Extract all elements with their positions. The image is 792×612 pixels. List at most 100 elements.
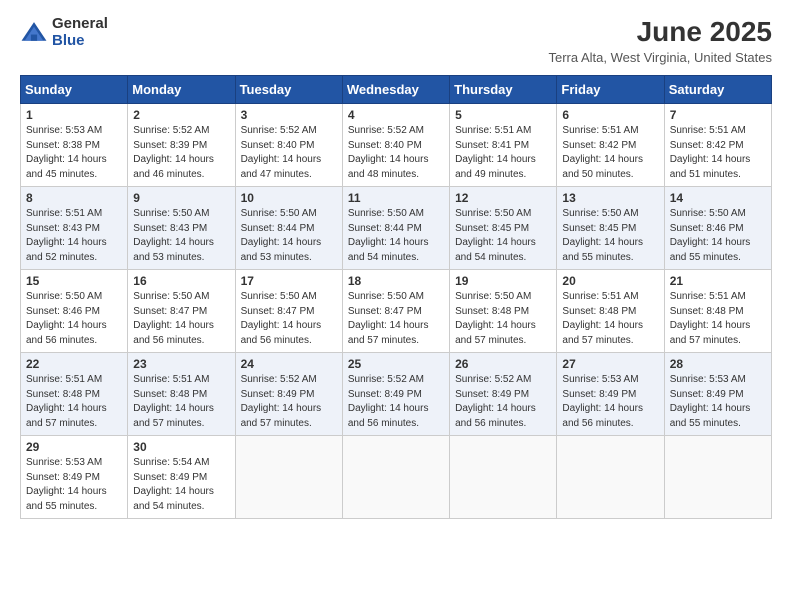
day-info: Sunrise: 5:50 AMSunset: 8:45 PMDaylight:…: [562, 207, 658, 265]
calendar-cell: 5Sunrise: 5:51 AMSunset: 8:41 PMDaylight…: [450, 104, 557, 187]
logo-general: General: [52, 16, 108, 33]
calendar-cell: 10 Sunrise: 5:50 AMSunset: 8:44 PMDayligh…: [235, 187, 342, 270]
day-info: Sunrise: 5:50 AMSunset: 8:47 PMDaylight:…: [133, 290, 229, 348]
day-number: 12: [455, 191, 551, 205]
day-info: Sunrise: 5:52 AMSunset: 8:49 PMDaylight:…: [455, 373, 551, 431]
calendar-cell: 18 Sunrise: 5:50 AMSunset: 8:47 PMDayligh…: [342, 270, 449, 353]
day-info: Sunrise: 5:50 AMSunset: 8:48 PMDaylight:…: [455, 290, 551, 348]
day-info: Sunrise: 5:50 AMSunset: 8:43 PMDaylight:…: [133, 207, 229, 265]
day-info: Sunrise: 5:51 AMSunset: 8:48 PMDaylight:…: [26, 373, 122, 431]
calendar-cell: 15 Sunrise: 5:50 AMSunset: 8:46 PMDayligh…: [21, 270, 128, 353]
logo: General Blue: [20, 16, 108, 49]
day-number: 6: [562, 108, 658, 122]
calendar-cell: 28Sunrise: 5:53 AMSunset: 8:49 PMDayligh…: [664, 353, 771, 436]
day-number: 19: [455, 274, 551, 288]
day-number: 5: [455, 108, 551, 122]
page: General Blue June 2025 Terra Alta, West …: [0, 0, 792, 612]
day-number: 3: [241, 108, 337, 122]
day-info: Sunrise: 5:51 AMSunset: 8:42 PMDaylight:…: [670, 124, 766, 182]
calendar-cell: 25Sunrise: 5:52 AMSunset: 8:49 PMDayligh…: [342, 353, 449, 436]
calendar-cell: 7 Sunrise: 5:51 AMSunset: 8:42 PMDaylight…: [664, 104, 771, 187]
day-number: 7: [670, 108, 766, 122]
calendar-week-row: 15 Sunrise: 5:50 AMSunset: 8:46 PMDayligh…: [21, 270, 772, 353]
calendar-cell: 17 Sunrise: 5:50 AMSunset: 8:47 PMDayligh…: [235, 270, 342, 353]
day-number: 26: [455, 357, 551, 371]
day-number: 10: [241, 191, 337, 205]
day-info: Sunrise: 5:51 AMSunset: 8:48 PMDaylight:…: [670, 290, 766, 348]
day-number: 11: [348, 191, 444, 205]
column-header-sunday: Sunday: [21, 76, 128, 104]
calendar-cell: 2Sunrise: 5:52 AMSunset: 8:39 PMDaylight…: [128, 104, 235, 187]
day-number: 16: [133, 274, 229, 288]
day-info: Sunrise: 5:53 AMSunset: 8:49 PMDaylight:…: [26, 456, 122, 514]
calendar-cell: 16 Sunrise: 5:50 AMSunset: 8:47 PMDayligh…: [128, 270, 235, 353]
calendar-cell: 13 Sunrise: 5:50 AMSunset: 8:45 PMDayligh…: [557, 187, 664, 270]
logo-blue: Blue: [52, 33, 108, 50]
day-number: 30: [133, 440, 229, 454]
day-number: 25: [348, 357, 444, 371]
day-info: Sunrise: 5:52 AMSunset: 8:49 PMDaylight:…: [241, 373, 337, 431]
day-number: 29: [26, 440, 122, 454]
day-info: Sunrise: 5:52 AMSunset: 8:39 PMDaylight:…: [133, 124, 229, 182]
calendar-week-row: 8Sunrise: 5:51 AMSunset: 8:43 PMDaylight…: [21, 187, 772, 270]
calendar-cell: [557, 436, 664, 519]
column-header-saturday: Saturday: [664, 76, 771, 104]
day-number: 22: [26, 357, 122, 371]
calendar-cell: [235, 436, 342, 519]
calendar-cell: 21 Sunrise: 5:51 AMSunset: 8:48 PMDayligh…: [664, 270, 771, 353]
day-number: 1: [26, 108, 122, 122]
calendar-cell: 6 Sunrise: 5:51 AMSunset: 8:42 PMDaylight…: [557, 104, 664, 187]
day-info: Sunrise: 5:51 AMSunset: 8:48 PMDaylight:…: [562, 290, 658, 348]
calendar-cell: [450, 436, 557, 519]
day-number: 13: [562, 191, 658, 205]
day-info: Sunrise: 5:53 AMSunset: 8:49 PMDaylight:…: [562, 373, 658, 431]
day-number: 18: [348, 274, 444, 288]
column-header-thursday: Thursday: [450, 76, 557, 104]
calendar-cell: 22 Sunrise: 5:51 AMSunset: 8:48 PMDayligh…: [21, 353, 128, 436]
calendar-cell: 30 Sunrise: 5:54 AMSunset: 8:49 PMDayligh…: [128, 436, 235, 519]
day-info: Sunrise: 5:50 AMSunset: 8:46 PMDaylight:…: [670, 207, 766, 265]
subtitle: Terra Alta, West Virginia, United States: [548, 50, 772, 65]
day-number: 14: [670, 191, 766, 205]
column-header-wednesday: Wednesday: [342, 76, 449, 104]
day-info: Sunrise: 5:51 AMSunset: 8:42 PMDaylight:…: [562, 124, 658, 182]
day-info: Sunrise: 5:54 AMSunset: 8:49 PMDaylight:…: [133, 456, 229, 514]
calendar-cell: 8Sunrise: 5:51 AMSunset: 8:43 PMDaylight…: [21, 187, 128, 270]
day-number: 4: [348, 108, 444, 122]
logo-icon: [20, 19, 48, 47]
day-info: Sunrise: 5:51 AMSunset: 8:48 PMDaylight:…: [133, 373, 229, 431]
day-number: 15: [26, 274, 122, 288]
calendar-cell: 27 Sunrise: 5:53 AMSunset: 8:49 PMDayligh…: [557, 353, 664, 436]
calendar-cell: [664, 436, 771, 519]
column-header-tuesday: Tuesday: [235, 76, 342, 104]
main-title: June 2025: [548, 16, 772, 48]
day-info: Sunrise: 5:50 AMSunset: 8:47 PMDaylight:…: [348, 290, 444, 348]
column-header-monday: Monday: [128, 76, 235, 104]
calendar-cell: 9Sunrise: 5:50 AMSunset: 8:43 PMDaylight…: [128, 187, 235, 270]
calendar-week-row: 22 Sunrise: 5:51 AMSunset: 8:48 PMDayligh…: [21, 353, 772, 436]
calendar-cell: 29 Sunrise: 5:53 AMSunset: 8:49 PMDayligh…: [21, 436, 128, 519]
day-number: 21: [670, 274, 766, 288]
calendar-cell: 11 Sunrise: 5:50 AMSunset: 8:44 PMDayligh…: [342, 187, 449, 270]
logo-text: General Blue: [52, 16, 108, 49]
day-number: 24: [241, 357, 337, 371]
calendar-cell: [342, 436, 449, 519]
day-number: 27: [562, 357, 658, 371]
day-info: Sunrise: 5:50 AMSunset: 8:46 PMDaylight:…: [26, 290, 122, 348]
calendar-cell: 14 Sunrise: 5:50 AMSunset: 8:46 PMDayligh…: [664, 187, 771, 270]
day-number: 20: [562, 274, 658, 288]
day-info: Sunrise: 5:50 AMSunset: 8:47 PMDaylight:…: [241, 290, 337, 348]
title-block: June 2025 Terra Alta, West Virginia, Uni…: [548, 16, 772, 65]
day-info: Sunrise: 5:50 AMSunset: 8:44 PMDaylight:…: [348, 207, 444, 265]
header: General Blue June 2025 Terra Alta, West …: [20, 16, 772, 65]
column-header-friday: Friday: [557, 76, 664, 104]
day-number: 28: [670, 357, 766, 371]
day-info: Sunrise: 5:50 AMSunset: 8:44 PMDaylight:…: [241, 207, 337, 265]
day-number: 8: [26, 191, 122, 205]
day-number: 17: [241, 274, 337, 288]
calendar-week-row: 29 Sunrise: 5:53 AMSunset: 8:49 PMDayligh…: [21, 436, 772, 519]
calendar-week-row: 1Sunrise: 5:53 AMSunset: 8:38 PMDaylight…: [21, 104, 772, 187]
day-number: 23: [133, 357, 229, 371]
calendar-cell: 26 Sunrise: 5:52 AMSunset: 8:49 PMDayligh…: [450, 353, 557, 436]
day-info: Sunrise: 5:52 AMSunset: 8:40 PMDaylight:…: [348, 124, 444, 182]
